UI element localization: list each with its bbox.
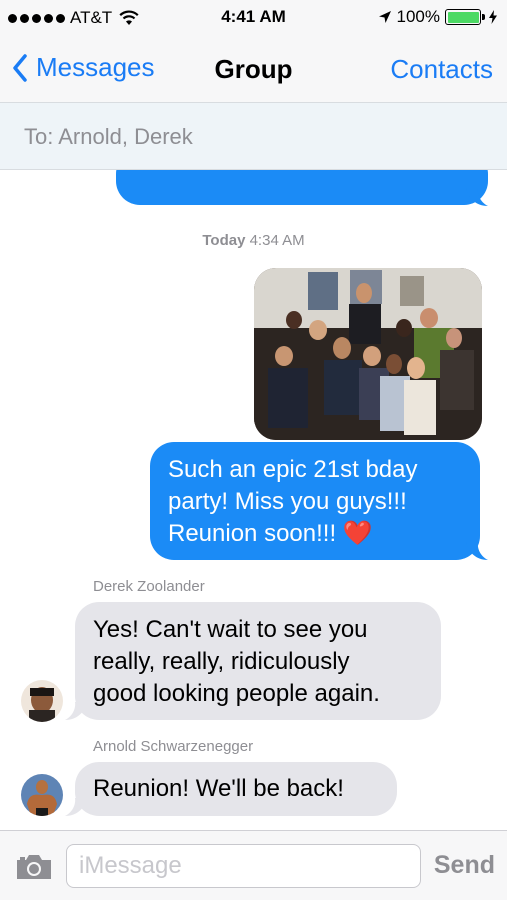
recipients-bar[interactable]: To: Arnold, Derek [0,102,507,170]
bubble-tail [65,702,87,720]
contacts-button[interactable]: Contacts [390,54,493,85]
avatar-arnold[interactable] [21,774,63,816]
bubble-tail [466,542,488,560]
message-input[interactable] [66,844,421,888]
sent-bubble[interactable]: Such an epic 21st bday party! Miss you g… [150,442,480,560]
received-text-line: good looking people again. [93,680,380,707]
nav-bar: Messages Group Contacts [0,36,507,102]
received-text-line: Yes! Can't wait to see you [93,616,368,643]
bubble-tail [65,798,87,816]
compose-bar: Send [0,830,507,900]
message-list[interactable]: b17e4131467 Today 4:34 AM [0,170,507,830]
page-title-text: Group [214,54,293,84]
received-text-line: Reunion! We'll be back! [93,775,344,802]
received-text-line: really, really, ridiculously [93,648,350,675]
status-right: 100% [378,7,497,27]
battery-icon [445,9,485,25]
avatar-derek[interactable] [21,680,63,722]
received-bubble-derek[interactable]: Yes! Can't wait to see you really, reall… [75,602,441,720]
sent-text-line: Such an epic 21st bday [168,456,418,483]
timestamp-time: 4:34 AM [249,232,305,249]
back-button[interactable]: Messages [12,52,155,83]
charging-bolt-icon [489,10,497,24]
sent-bubble-partial[interactable]: b17e4131467 [116,170,488,205]
bubble-tail [466,188,488,206]
message-link[interactable]: b17e4131467 [134,170,281,174]
back-button-label: Messages [36,52,155,82]
recipients-text: To: Arnold, Derek [24,124,193,149]
timestamp-day: Today [202,232,246,249]
location-arrow-icon [378,11,391,23]
received-bubble-arnold[interactable]: Reunion! We'll be back! [75,762,397,816]
battery-percent: 100% [396,7,440,26]
sent-text-line: Reunion soon!!! ❤️ [168,518,462,550]
status-bar: AT&T 4:41 AM 100% [0,0,507,36]
chevron-left-icon [13,53,27,82]
photo-attachment[interactable] [254,268,482,440]
heart-emoji-icon: ❤️ [342,520,373,547]
message-timestamp: Today 4:34 AM [0,232,507,249]
camera-icon[interactable] [14,852,54,882]
send-button[interactable]: Send [434,851,495,880]
sent-text-line: party! Miss you guys!!! [168,488,407,515]
sender-name-derek: Derek Zoolander [93,578,205,595]
sender-name-arnold: Arnold Schwarzenegger [93,738,254,755]
sent-text-line-3: Reunion soon!!! [168,520,337,547]
